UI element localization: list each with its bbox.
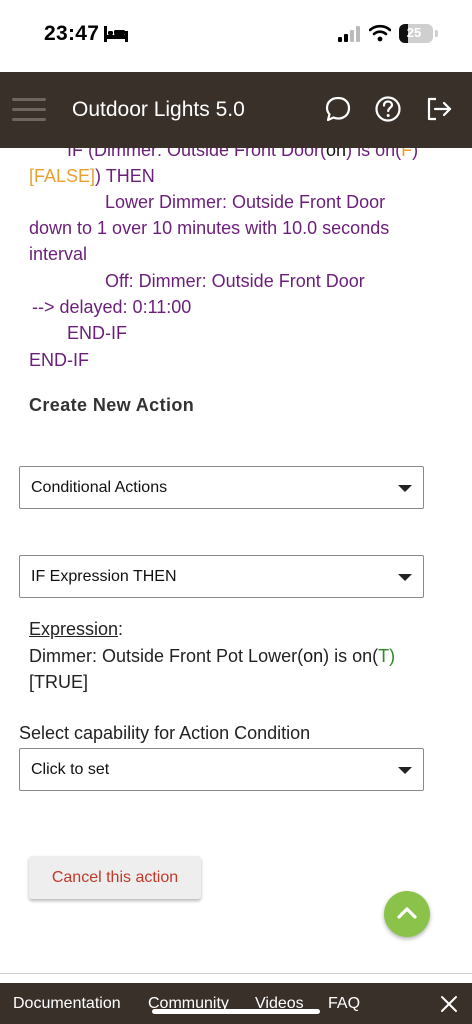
close-icon[interactable] [440, 995, 458, 1013]
rule-action-lower: Lower Dimmer: Outside Front Door [105, 192, 386, 212]
rule-action-delay: --> delayed: 0:11:00 [32, 297, 192, 317]
rule-false-label: [FALSE] [29, 166, 96, 186]
help-icon[interactable] [373, 94, 403, 124]
capability-selected-value: Click to set [31, 761, 110, 778]
signal-icon [338, 26, 360, 42]
wifi-icon [369, 24, 391, 42]
chevron-up-icon [397, 907, 417, 919]
create-new-action-heading: Create New Action [29, 395, 195, 415]
expression-label: Expression: [29, 619, 123, 640]
rule-state-on: on [326, 148, 347, 160]
home-indicator [152, 1009, 320, 1014]
menu-icon[interactable] [12, 96, 46, 124]
expression-middle: ) is on( [323, 646, 379, 666]
rule-then-line: [FALSE]) THEN [29, 163, 155, 189]
rule-then-text: ) THEN [95, 166, 155, 186]
app-header: Outdoor Lights 5.0 [0, 72, 472, 148]
expression-true-flag: T [378, 646, 390, 666]
rule-end-if-outer: END-IF [29, 350, 89, 370]
footer-link-documentation[interactable]: Documentation [13, 995, 121, 1013]
chevron-down-icon [398, 574, 412, 581]
rule-if-suffix: ) [412, 148, 419, 160]
rule-if-line: IF (Dimmer: Outside Front Door(on) is on… [67, 148, 418, 163]
expression-suffix: ) [389, 646, 396, 666]
conditional-action-selected-value: IF Expression THEN [31, 568, 177, 585]
rule-false-flag: F [401, 148, 413, 160]
action-type-selected-value: Conditional Actions [31, 479, 168, 496]
logout-icon[interactable] [424, 94, 454, 124]
rule-action-lower-interval: interval [29, 244, 88, 264]
conditional-action-select[interactable]: IF Expression THEN [19, 555, 424, 598]
capability-select[interactable]: Click to set [19, 748, 424, 791]
expression-prefix: Dimmer: Outside Front Pot Lower( [29, 646, 304, 666]
expression-label-text: Expression [29, 619, 119, 639]
expression-state: on [303, 646, 324, 666]
chevron-down-icon [398, 485, 412, 492]
status-time: 23:47 [44, 22, 100, 45]
footer-link-faq[interactable]: FAQ [328, 995, 360, 1013]
footer-bar: Documentation Community Videos FAQ [0, 983, 472, 1024]
rule-action-lower-detail: down to 1 over 10 minutes with 10.0 seco… [29, 218, 390, 238]
bed-icon [104, 26, 128, 42]
battery-percent: 25 [406, 25, 422, 40]
cancel-action-button[interactable]: Cancel this action [29, 856, 201, 899]
scroll-to-top-button[interactable] [384, 891, 430, 937]
expression-true-label: [TRUE] [29, 672, 89, 692]
rule-action-off: Off: Dimmer: Outside Front Door [105, 271, 365, 291]
battery-icon: 25 [399, 24, 433, 43]
footer-divider [0, 973, 472, 974]
status-bar: 23:47 25 [0, 0, 472, 72]
page-title: Outdoor Lights 5.0 [72, 98, 245, 121]
expression-text: Dimmer: Outside Front Pot Lower(on) is o… [29, 643, 395, 669]
rule-if-prefix: IF (Dimmer: Outside Front Door( [67, 148, 327, 160]
main-content[interactable]: IF (Dimmer: Outside Front Door(on) is on… [0, 148, 472, 983]
expression-label-colon: : [118, 619, 124, 639]
rule-if-middle: ) is on( [346, 148, 402, 160]
battery-nub [435, 30, 438, 37]
chevron-down-icon [398, 767, 412, 774]
rule-end-if-inner: END-IF [67, 323, 127, 343]
capability-label: Select capability for Action Condition [19, 723, 311, 743]
action-type-select[interactable]: Conditional Actions [19, 466, 424, 509]
chat-bubble-icon[interactable] [323, 94, 353, 124]
